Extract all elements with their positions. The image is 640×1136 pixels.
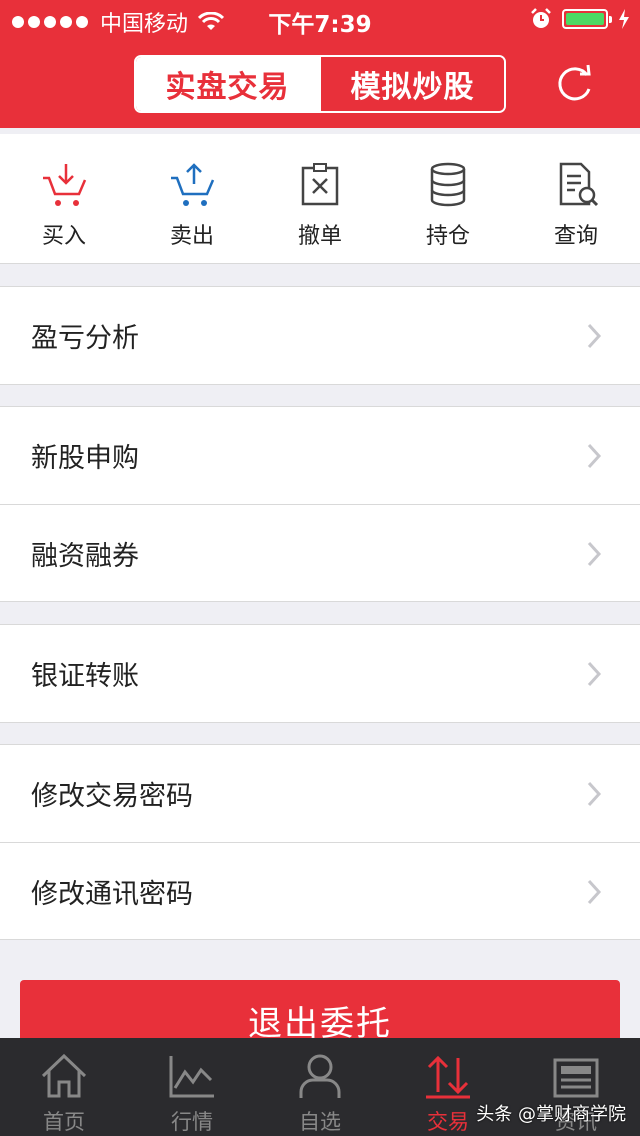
tab-label: 首页 [43, 1110, 85, 1134]
buy-action[interactable]: 买入 [0, 134, 128, 263]
document-search-icon [559, 162, 599, 207]
menu-group-transfer: 银证转账 [0, 624, 640, 723]
home-icon [41, 1053, 87, 1098]
tab-simulated-trading[interactable]: 模拟炒股 [319, 57, 504, 111]
tab-home[interactable]: 首页 [0, 1038, 128, 1136]
cancel-order-icon [301, 163, 339, 206]
query-label: 查询 [553, 224, 598, 249]
query-action[interactable]: 查询 [512, 134, 640, 263]
news-icon [553, 1058, 599, 1098]
alarm-clock-icon [531, 8, 551, 28]
chart-line-icon [169, 1056, 214, 1098]
tab-label: 行情 [171, 1110, 213, 1134]
menu-item-profit-analysis[interactable]: 盈亏分析 [0, 287, 640, 384]
menu-item-margin-trading[interactable]: 融资融券 [0, 504, 640, 601]
menu-group-analysis: 盈亏分析 [0, 286, 640, 385]
menu-item-label: 新股申购 [31, 443, 139, 474]
menu-group-ipo-margin: 新股申购 融资融券 [0, 406, 640, 602]
menu-item-label: 修改交易密码 [31, 781, 193, 812]
menu-group-passwords: 修改交易密码 修改通讯密码 [0, 744, 640, 940]
database-icon [430, 162, 466, 207]
tab-watchlist[interactable]: 自选 [256, 1038, 384, 1136]
trade-mode-switch: 实盘交易 模拟炒股 [134, 55, 506, 113]
menu-item-label: 银证转账 [31, 661, 139, 692]
menu-item-bank-transfer[interactable]: 银证转账 [0, 625, 640, 722]
cancel-order-action[interactable]: 撤单 [256, 134, 384, 263]
header: 中国移动 下午7:39 实盘交易 模拟炒股 [0, 0, 640, 128]
chevron-right-icon [587, 541, 602, 567]
menu-item-change-comm-password[interactable]: 修改通讯密码 [0, 842, 640, 939]
chevron-right-icon [587, 323, 602, 349]
tab-market[interactable]: 行情 [128, 1038, 256, 1136]
watermark-text: 头条 @掌财商学院 [476, 1104, 626, 1125]
chevron-right-icon [587, 443, 602, 469]
refresh-icon[interactable] [554, 63, 596, 105]
chevron-right-icon [587, 879, 602, 905]
cart-up-icon [171, 163, 215, 206]
menu-item-label: 盈亏分析 [31, 323, 139, 354]
status-bar: 中国移动 下午7:39 [0, 0, 640, 40]
chevron-right-icon [587, 661, 602, 687]
chevron-right-icon [587, 781, 602, 807]
battery-icon [562, 9, 612, 29]
sell-action[interactable]: 卖出 [128, 134, 256, 263]
tab-real-trading[interactable]: 实盘交易 [136, 57, 319, 111]
cancel-order-label: 撤单 [297, 224, 342, 249]
tab-label: 自选 [299, 1110, 341, 1134]
menu-item-ipo-subscription[interactable]: 新股申购 [0, 407, 640, 504]
menu-item-label: 融资融券 [31, 540, 139, 572]
menu-item-change-trade-password[interactable]: 修改交易密码 [0, 745, 640, 842]
sell-label: 卖出 [169, 224, 214, 249]
tab-label: 交易 [427, 1110, 469, 1134]
user-icon [299, 1054, 341, 1098]
position-action[interactable]: 持仓 [384, 134, 512, 263]
trade-arrows-icon [426, 1055, 470, 1099]
menu-item-label: 修改通讯密码 [31, 878, 193, 910]
charging-bolt-icon [619, 9, 629, 29]
buy-label: 买入 [41, 224, 86, 249]
position-label: 持仓 [425, 224, 470, 249]
quick-actions: 买入 卖出 撤单 持仓 查询 [0, 134, 640, 264]
cart-down-icon [43, 164, 87, 206]
